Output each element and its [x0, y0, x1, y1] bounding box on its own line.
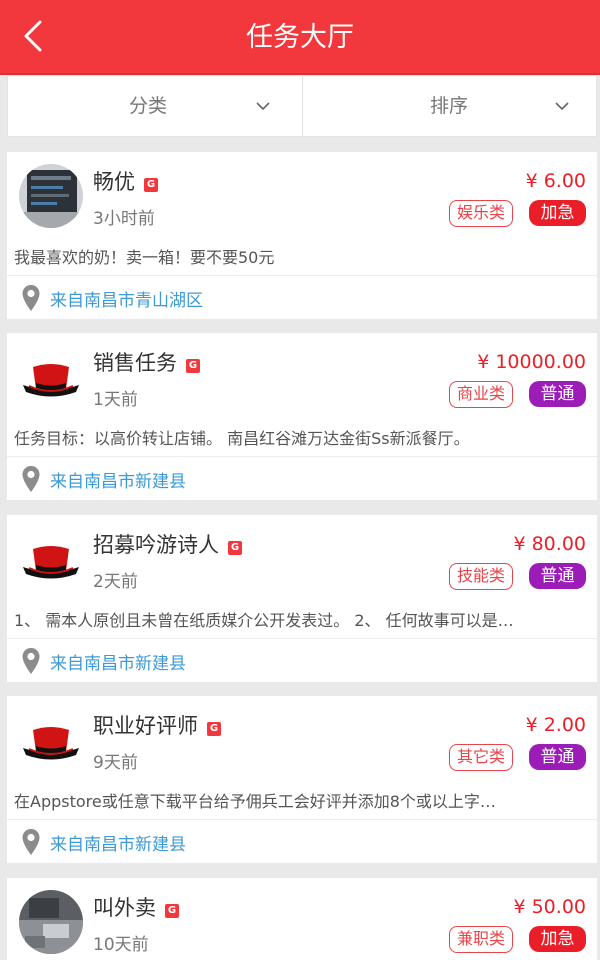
avatar	[19, 164, 83, 228]
g-badge-icon: G	[165, 904, 179, 918]
category-filter-label: 分类	[129, 95, 168, 117]
sort-filter-label: 排序	[430, 95, 469, 117]
task-description: 我最喜欢的奶！卖一箱！要不要50元	[14, 248, 275, 267]
avatar	[19, 708, 83, 772]
category-tag[interactable]: 技能类	[448, 563, 513, 590]
task-price: ¥ 50.00	[513, 896, 586, 918]
hat-icon	[23, 546, 79, 579]
task-card[interactable]: 职业好评师 G 9天前 ¥ 2.00 其它类 普通 在Appstore或任意下载平…	[7, 696, 597, 863]
task-card[interactable]: 销售任务 G 1天前 ¥ 10000.00 商业类 普通 任务目标：以高价转让店铺…	[7, 333, 597, 500]
location-text: 来自南昌市新建县	[50, 472, 186, 492]
sort-filter[interactable]: 排序	[304, 76, 598, 136]
task-price: ¥ 80.00	[513, 533, 586, 555]
location-pin-icon	[22, 829, 40, 855]
priority-badge: 加急	[529, 926, 586, 952]
chevron-down-icon	[555, 102, 569, 111]
task-description: 1、 需本人原创且未曾在纸质媒介公开发表过。 2、 任何故事可以是…	[14, 611, 514, 630]
post-time: 2天前	[93, 572, 138, 592]
hat-icon	[23, 364, 79, 397]
avatar	[19, 345, 83, 409]
category-tag[interactable]: 兼职类	[448, 926, 513, 953]
location-text: 来自南昌市新建县	[50, 654, 186, 674]
location-text: 来自南昌市青山湖区	[50, 291, 203, 311]
task-description: 任务目标：以高价转让店铺。 南昌红谷滩万达金街Ss新派餐厅。	[14, 429, 470, 448]
header-bar: 任务大厅	[0, 0, 600, 75]
page-title: 任务大厅	[246, 22, 354, 53]
task-price: ¥ 2.00	[525, 714, 586, 736]
task-title: 职业好评师 G	[93, 710, 221, 740]
priority-badge: 加急	[529, 200, 586, 226]
location-pin-icon	[22, 466, 40, 492]
task-title: 招募吟游诗人 G	[93, 529, 242, 559]
location-pin-icon	[22, 285, 40, 311]
g-badge-icon: G	[144, 178, 158, 192]
location-text: 来自南昌市新建县	[50, 835, 186, 855]
priority-badge: 普通	[529, 744, 586, 770]
task-description: 在Appstore或任意下载平台给予佣兵工会好评并添加8个或以上字…	[14, 792, 496, 811]
g-badge-icon: G	[186, 359, 200, 373]
priority-badge: 普通	[529, 381, 586, 407]
task-title: 叫外卖 G	[93, 892, 179, 922]
post-time: 1天前	[93, 390, 138, 410]
avatar	[19, 527, 83, 591]
task-title: 销售任务 G	[93, 347, 200, 377]
task-card[interactable]: 畅优 G 3小时前 ¥ 6.00 娱乐类 加急 我最喜欢的奶！卖一箱！要不要50元…	[7, 152, 597, 319]
post-time: 9天前	[93, 753, 138, 773]
category-tag[interactable]: 娱乐类	[448, 200, 513, 227]
chevron-down-icon	[256, 102, 270, 111]
task-card[interactable]: 叫外卖 G 10天前 ¥ 50.00 兼职类 加急	[7, 878, 597, 960]
category-tag[interactable]: 其它类	[448, 744, 513, 771]
location-pin-icon	[22, 648, 40, 674]
divider	[7, 638, 597, 639]
task-title: 畅优 G	[93, 166, 158, 196]
hat-icon	[23, 727, 79, 760]
category-filter[interactable]: 分类	[8, 76, 303, 136]
g-badge-icon: G	[228, 541, 242, 555]
avatar	[19, 890, 83, 954]
divider	[7, 456, 597, 457]
g-badge-icon: G	[207, 722, 221, 736]
task-price: ¥ 10000.00	[477, 351, 586, 373]
divider	[7, 819, 597, 820]
task-price: ¥ 6.00	[525, 170, 586, 192]
priority-badge: 普通	[529, 563, 586, 589]
category-tag[interactable]: 商业类	[448, 381, 513, 408]
task-card[interactable]: 招募吟游诗人 G 2天前 ¥ 80.00 技能类 普通 1、 需本人原创且未曾在纸…	[7, 515, 597, 682]
filter-bar: 分类 排序	[7, 75, 597, 137]
post-time: 3小时前	[93, 209, 155, 229]
post-time: 10天前	[93, 935, 149, 955]
divider	[7, 275, 597, 276]
